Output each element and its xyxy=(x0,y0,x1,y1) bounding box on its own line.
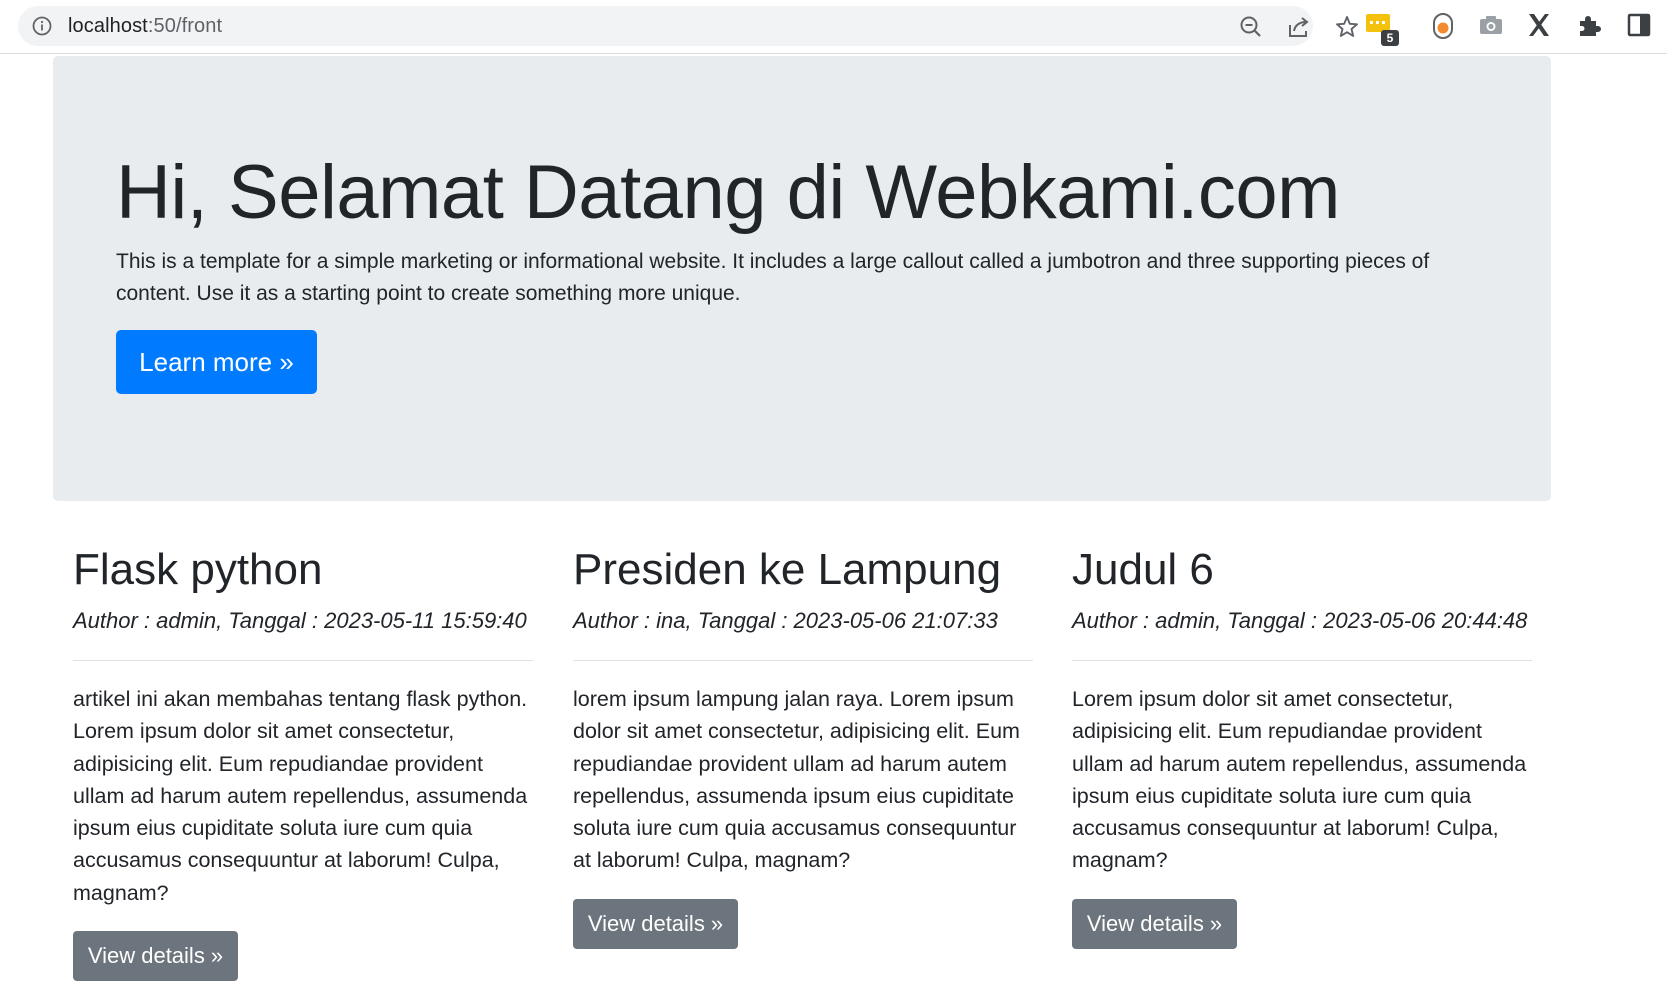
star-icon[interactable] xyxy=(1334,14,1360,40)
article-title: Flask python xyxy=(73,545,323,594)
zoom-out-icon[interactable] xyxy=(1238,14,1264,40)
article-body: lorem ipsum lampung jalan raya. Lorem ip… xyxy=(573,687,1020,873)
article-meta: Author : admin, Tanggal : 2023-05-11 15:… xyxy=(73,608,527,633)
browser-toolbar: localhost:50/front 5 xyxy=(0,0,1667,54)
divider xyxy=(1072,660,1532,661)
article-card: Judul 6 Author : admin, Tanggal : 2023-0… xyxy=(1072,540,1532,949)
article-body: Lorem ipsum dolor sit amet consectetur, … xyxy=(1072,687,1527,873)
article-title: Judul 6 xyxy=(1072,545,1214,594)
view-details-button[interactable]: View details » xyxy=(1072,898,1237,949)
jumbotron-text: This is a template for a simple marketin… xyxy=(116,250,1430,305)
article-title: Presiden ke Lampung xyxy=(573,545,1002,594)
article-meta: Author : ina, Tanggal : 2023-05-06 21:07… xyxy=(573,608,998,633)
divider xyxy=(73,660,533,661)
camera-extension-icon[interactable] xyxy=(1478,12,1504,40)
puzzle-icon[interactable] xyxy=(1576,12,1602,40)
record-extension-icon[interactable] xyxy=(1430,12,1456,40)
address-bar[interactable]: localhost:50/front xyxy=(18,6,1358,46)
share-icon[interactable] xyxy=(1286,14,1312,40)
extension-badge: 5 xyxy=(1381,30,1399,46)
article-body: artikel ini akan membahas tentang flask … xyxy=(73,687,528,905)
article-meta: Author : admin, Tanggal : 2023-05-06 20:… xyxy=(1072,608,1528,633)
view-details-button[interactable]: View details » xyxy=(573,898,738,949)
article-card: Presiden ke Lampung Author : ina, Tangga… xyxy=(573,540,1033,949)
x-extension-icon[interactable] xyxy=(1526,12,1552,40)
url-text[interactable]: localhost:50/front xyxy=(68,15,222,37)
learn-more-button[interactable]: Learn more » xyxy=(116,330,317,394)
jumbotron: Hi, Selamat Datang di Webkami.com This i… xyxy=(53,56,1551,501)
view-details-button[interactable]: View details » xyxy=(73,931,238,981)
chat-extension-icon[interactable]: 5 xyxy=(1365,12,1399,46)
article-card: Flask python Author : admin, Tanggal : 2… xyxy=(73,540,533,981)
side-panel-icon[interactable] xyxy=(1626,12,1652,40)
page-title: Hi, Selamat Datang di Webkami.com xyxy=(116,150,1340,235)
info-icon[interactable] xyxy=(32,16,52,36)
divider xyxy=(573,660,1033,661)
